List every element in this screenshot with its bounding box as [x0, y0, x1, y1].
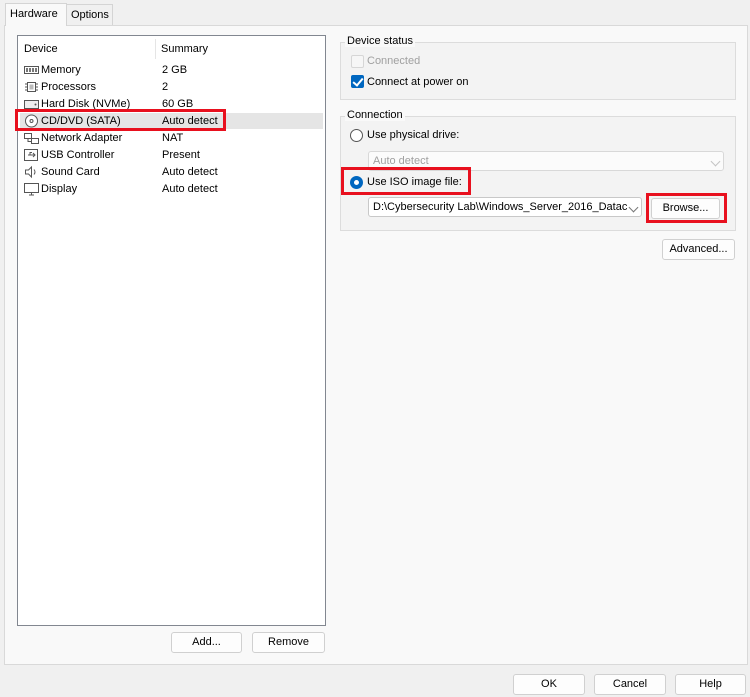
device-summary: Auto detect — [162, 166, 218, 178]
cd-dvd-icon — [25, 114, 38, 128]
help-button[interactable]: Help — [675, 674, 746, 695]
connected-checkbox[interactable] — [351, 55, 364, 68]
usb-controller-icon — [24, 149, 38, 161]
advanced-button[interactable]: Advanced... — [662, 239, 735, 260]
memory-icon — [24, 66, 39, 74]
hard-disk-icon — [24, 100, 39, 109]
connection-title: Connection — [345, 109, 405, 121]
column-header-summary[interactable]: Summary — [161, 43, 208, 55]
connect-at-power-on-checkbox[interactable] — [351, 75, 364, 88]
device-row-display[interactable]: Display Auto detect — [20, 181, 323, 197]
physical-drive-value: Auto detect — [373, 155, 429, 167]
device-row-network-adapter[interactable]: Network Adapter NAT — [20, 130, 323, 146]
connect-at-power-on-label: Connect at power on — [367, 76, 469, 88]
device-summary: NAT — [162, 132, 184, 144]
device-status-group — [340, 42, 736, 100]
device-row-sound-card[interactable]: Sound Card Auto detect — [20, 164, 323, 180]
iso-path-value: D:\Cybersecurity Lab\Windows_Server_2016… — [373, 201, 628, 213]
device-summary: 2 GB — [162, 64, 188, 76]
device-row-hard-disk[interactable]: Hard Disk (NVMe) 60 GB — [20, 96, 323, 112]
iso-path-combobox[interactable]: D:\Cybersecurity Lab\Windows_Server_2016… — [368, 197, 642, 217]
column-separator[interactable] — [155, 39, 156, 59]
device-list[interactable]: Device Summary Memory 2 GB Processors 2 … — [17, 35, 326, 626]
device-status-title: Device status — [345, 35, 416, 47]
use-iso-image-radio[interactable] — [350, 176, 363, 189]
chevron-down-icon — [628, 202, 639, 213]
device-row-cd-dvd[interactable]: CD/DVD (SATA) Auto detect — [20, 113, 323, 129]
device-summary: 60 GB — [162, 98, 194, 110]
processor-icon — [25, 82, 38, 92]
device-summary: Auto detect — [162, 115, 218, 127]
device-row-memory[interactable]: Memory 2 GB — [20, 62, 323, 78]
use-physical-drive-label: Use physical drive: — [367, 129, 460, 141]
connected-label: Connected — [367, 55, 421, 67]
device-summary: Present — [162, 149, 200, 161]
display-icon — [24, 183, 39, 196]
device-name: Network Adapter — [41, 132, 123, 144]
tab-options[interactable]: Options — [66, 4, 113, 25]
tab-strip: Hardware Options — [0, 0, 750, 26]
sound-card-icon — [25, 165, 36, 179]
device-name: Sound Card — [41, 166, 100, 178]
network-adapter-icon — [24, 133, 39, 144]
device-row-processors[interactable]: Processors 2 — [20, 79, 323, 95]
use-iso-image-label: Use ISO image file: — [367, 176, 462, 188]
device-name: Display — [41, 183, 78, 195]
remove-device-button[interactable]: Remove — [252, 632, 325, 653]
device-summary: Auto detect — [162, 183, 218, 195]
ok-button[interactable]: OK — [513, 674, 585, 695]
cancel-button[interactable]: Cancel — [594, 674, 666, 695]
device-name: CD/DVD (SATA) — [41, 115, 121, 127]
browse-button[interactable]: Browse... — [651, 198, 720, 219]
tab-hardware[interactable]: Hardware — [5, 3, 67, 26]
column-header-device[interactable]: Device — [24, 43, 58, 55]
device-name: Processors — [41, 81, 97, 93]
add-device-button[interactable]: Add... — [171, 632, 242, 653]
device-name: Hard Disk (NVMe) — [41, 98, 131, 110]
physical-drive-select[interactable]: Auto detect — [368, 151, 724, 171]
device-name: USB Controller — [41, 149, 115, 161]
chevron-down-icon — [710, 156, 721, 167]
device-row-usb-controller[interactable]: USB Controller Present — [20, 147, 323, 163]
device-name: Memory — [41, 64, 81, 76]
device-summary: 2 — [162, 81, 169, 93]
use-physical-drive-radio[interactable] — [350, 129, 363, 142]
